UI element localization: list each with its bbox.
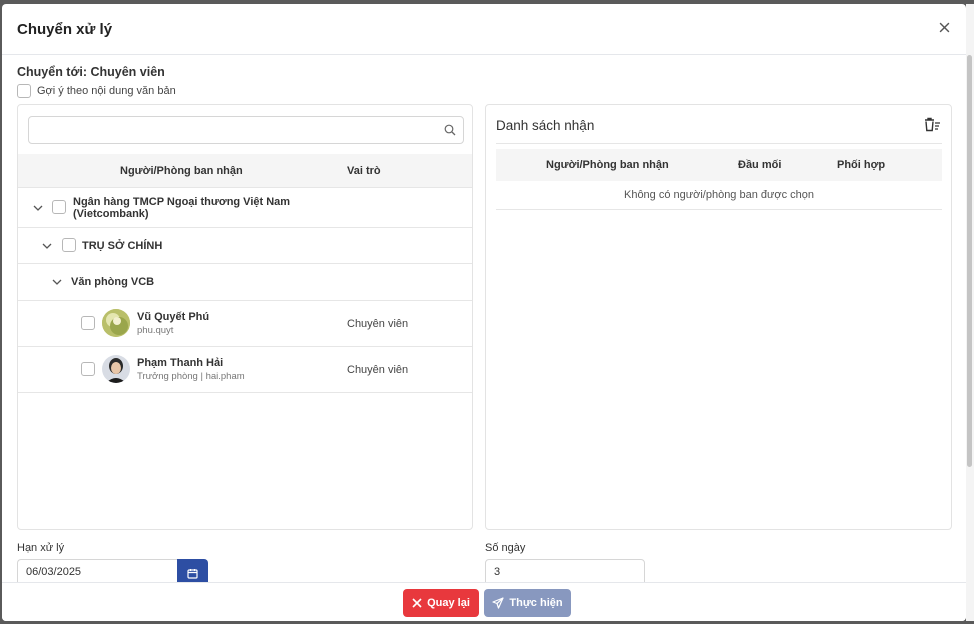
transfer-modal: Chuyển xử lý Chuyển tới: Chuyên viên Gợi… xyxy=(2,4,966,621)
modal-title: Chuyển xử lý xyxy=(17,21,113,38)
column-role: Vai trò xyxy=(347,165,381,177)
transfer-target: Chuyển tới: Chuyên viên xyxy=(17,65,165,79)
empty-state: Không có người/phòng ban được chọn xyxy=(496,182,942,210)
divider xyxy=(496,143,942,144)
suggest-row: Gợi ý theo nội dung văn bản xyxy=(17,84,176,98)
avatar xyxy=(102,309,130,337)
search-icon[interactable] xyxy=(444,124,456,136)
submit-button-label: Thực hiện xyxy=(509,597,563,609)
head-office-label: TRỤ SỞ CHÍNH xyxy=(82,240,163,252)
submit-button[interactable]: Thực hiện xyxy=(484,589,571,617)
recipient-table-header: Người/Phòng ban nhận Đầu mối Phối hợp xyxy=(496,149,942,181)
tree-node-bank[interactable]: Ngân hàng TMCP Ngoại thương Việt Nam (Vi… xyxy=(18,188,472,228)
back-button-label: Quay lại xyxy=(427,597,470,609)
person-name: Phạm Thanh Hải xyxy=(137,357,224,369)
close-button[interactable] xyxy=(934,17,954,37)
recipient-list-panel: Danh sách nhận Người/Phòng ban nhận Đầu … xyxy=(485,104,952,530)
list-item[interactable]: Phạm Thanh Hải Trưởng phòng | hai.pham C… xyxy=(18,347,472,393)
search-input[interactable] xyxy=(35,118,439,144)
picker-table-header: Người/Phòng ban nhận Vai trò xyxy=(18,154,472,188)
column-coordinate: Phối hợp xyxy=(837,159,886,171)
close-icon xyxy=(412,598,422,608)
tree-node-office[interactable]: Văn phòng VCB xyxy=(18,264,472,301)
send-icon xyxy=(492,597,504,609)
column-lead: Đầu mối xyxy=(738,159,782,171)
days-label: Số ngày xyxy=(485,542,526,554)
search-box xyxy=(28,116,464,144)
person-username: Trưởng phòng | hai.pham xyxy=(137,371,245,382)
suggest-checkbox[interactable] xyxy=(17,84,31,98)
column-recipient: Người/Phòng ban nhận xyxy=(546,159,669,171)
head-office-checkbox[interactable] xyxy=(62,238,76,252)
person-role: Chuyên viên xyxy=(347,364,409,376)
bank-label: Ngân hàng TMCP Ngoại thương Việt Nam (Vi… xyxy=(73,196,291,220)
clear-all-icon[interactable] xyxy=(923,117,941,132)
suggest-label: Gợi ý theo nội dung văn bản xyxy=(37,85,176,97)
bank-checkbox[interactable] xyxy=(52,200,66,214)
person-checkbox[interactable] xyxy=(81,316,95,330)
deadline-label: Hạn xử lý xyxy=(17,542,65,554)
list-item[interactable]: Vũ Quyết Phú phu.quyt Chuyên viên xyxy=(18,301,472,347)
modal-footer: Quay lại Thực hiện xyxy=(2,582,966,621)
chevron-down-icon[interactable] xyxy=(41,240,53,252)
close-icon xyxy=(939,22,949,32)
person-checkbox[interactable] xyxy=(81,362,95,376)
back-button[interactable]: Quay lại xyxy=(403,589,479,617)
chevron-down-icon[interactable] xyxy=(51,276,63,288)
column-recipient: Người/Phòng ban nhận xyxy=(120,165,243,177)
calendar-icon xyxy=(187,568,198,579)
recipient-list-title: Danh sách nhận xyxy=(496,118,595,133)
office-label: Văn phòng VCB xyxy=(71,276,155,288)
avatar xyxy=(102,355,130,383)
chevron-down-icon[interactable] xyxy=(32,202,44,214)
person-role: Chuyên viên xyxy=(347,318,409,330)
person-name: Vũ Quyết Phú xyxy=(137,311,210,323)
person-username: phu.quyt xyxy=(137,325,174,336)
scrollbar-thumb[interactable] xyxy=(967,55,972,467)
recipient-picker-panel: Người/Phòng ban nhận Vai trò Ngân hàng T… xyxy=(17,104,473,530)
tree-node-head-office[interactable]: TRỤ SỞ CHÍNH xyxy=(18,228,472,264)
modal-header: Chuyển xử lý xyxy=(2,4,966,55)
